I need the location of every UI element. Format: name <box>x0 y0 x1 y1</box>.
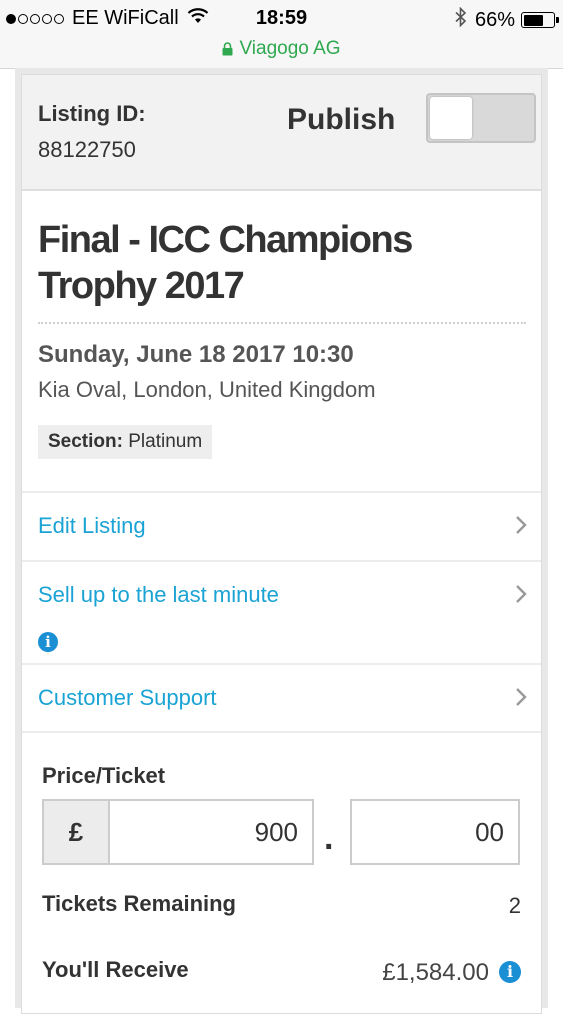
status-bar: EE WiFiCall 18:59 66% <box>0 0 563 36</box>
price-section: Price/Ticket £ 900 . 00 Tickets Remainin… <box>22 731 541 1017</box>
chevron-right-icon <box>515 687 527 712</box>
edit-listing-row[interactable]: Edit Listing <box>22 491 541 561</box>
toggle-knob <box>430 97 472 139</box>
receive-value: £1,584.00 <box>382 959 489 986</box>
info-icon[interactable]: i <box>38 632 58 652</box>
lock-icon <box>222 38 233 64</box>
dotted-divider <box>38 322 526 324</box>
listing-header: Listing ID: 88122750 Publish <box>22 75 541 191</box>
chevron-right-icon <box>515 515 527 540</box>
section-badge: Section: Platinum <box>38 425 213 459</box>
battery-level <box>523 14 543 26</box>
event-date: Sunday, June 18 2017 10:30 <box>38 341 354 368</box>
tickets-remaining-value: 2 <box>508 893 521 918</box>
listing-id-value: 88122750 <box>38 137 136 162</box>
sell-last-minute-link[interactable]: Sell up to the last minute <box>38 582 279 608</box>
publish-label: Publish <box>287 103 396 136</box>
price-per-ticket-label: Price/Ticket <box>42 763 166 788</box>
customer-support-link[interactable]: Customer Support <box>38 685 217 711</box>
status-right: 66% <box>455 6 559 33</box>
sell-last-minute-row[interactable]: Sell up to the last minute i <box>22 560 541 664</box>
info-icon[interactable]: i <box>499 961 521 983</box>
site-name: Viagogo AG <box>239 38 341 59</box>
section-value: Platinum <box>128 431 203 452</box>
receive-label: You'll Receive <box>42 957 189 982</box>
price-fraction-input[interactable]: 00 <box>350 799 520 865</box>
listing-card: Listing ID: 88122750 Publish Final - ICC… <box>21 74 542 1014</box>
section-label: Section: <box>48 431 123 452</box>
event-title: Final - ICC Champions Trophy 2017 <box>38 219 413 307</box>
decimal-separator: . <box>324 819 334 857</box>
currency-symbol: £ <box>42 799 110 865</box>
chevron-right-icon <box>515 584 527 609</box>
battery-percentage: 66% <box>474 8 515 31</box>
listing-id-label: Listing ID: <box>38 101 146 126</box>
address-bar[interactable]: Viagogo AG <box>0 36 563 69</box>
page-frame: Listing ID: 88122750 Publish Final - ICC… <box>15 68 548 1014</box>
bluetooth-icon <box>455 6 467 33</box>
tickets-remaining-label: Tickets Remaining <box>42 891 236 916</box>
price-whole-input[interactable]: 900 <box>108 799 314 865</box>
edit-listing-link[interactable]: Edit Listing <box>38 513 146 539</box>
battery-icon <box>521 12 559 28</box>
customer-support-row[interactable]: Customer Support <box>22 663 541 733</box>
event-venue: Kia Oval, London, United Kingdom <box>38 377 376 402</box>
publish-toggle[interactable] <box>426 93 536 143</box>
